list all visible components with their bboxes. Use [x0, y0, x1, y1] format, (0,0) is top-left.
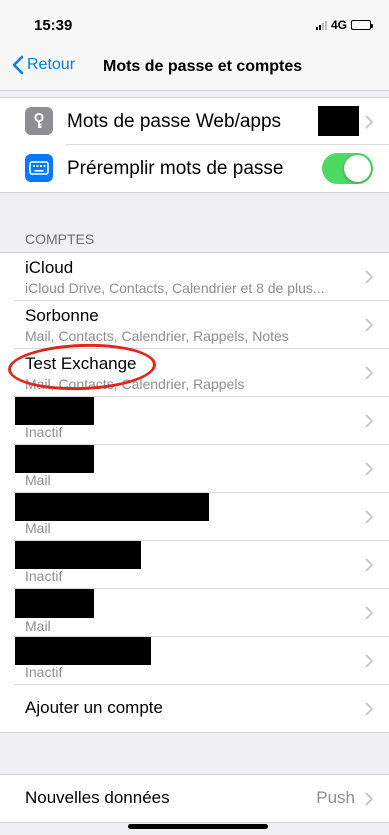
navigation-bar: Retour Mots de passe et comptes	[0, 44, 389, 91]
web-app-passwords-row[interactable]: Mots de passe Web/apps	[0, 98, 389, 145]
autofill-passwords-row: Préremplir mots de passe	[0, 145, 389, 192]
signal-icon	[315, 20, 327, 30]
account-subtitle: Mail, Contacts, Calendrier, Rappels, Not…	[25, 328, 289, 344]
chevron-right-icon	[365, 510, 373, 524]
redacted-account-name	[15, 637, 151, 665]
autofill-passwords-label: Préremplir mots de passe	[67, 158, 284, 179]
battery-icon	[351, 20, 373, 30]
account-row-redacted[interactable]: Inactif	[0, 637, 389, 685]
back-button[interactable]: Retour	[12, 55, 75, 75]
account-row-icloud[interactable]: iCloud iCloud Drive, Contacts, Calendrie…	[0, 253, 389, 301]
redacted-account-name	[15, 445, 94, 473]
chevron-right-icon	[365, 791, 373, 806]
account-row-test-exchange[interactable]: Test Exchange Mail, Contacts, Calendrier…	[0, 349, 389, 397]
autofill-toggle[interactable]	[322, 153, 373, 184]
account-row-redacted[interactable]: Inactif	[0, 397, 389, 445]
account-subtitle: Inactif	[25, 568, 63, 584]
account-subtitle: Mail	[25, 618, 51, 634]
chevron-right-icon	[365, 114, 373, 129]
add-account-label: Ajouter un compte	[25, 698, 163, 717]
account-subtitle: Mail	[25, 520, 51, 536]
page-title: Mots de passe et comptes	[103, 58, 303, 75]
status-bar: 15:39 4G	[0, 0, 389, 44]
web-app-passwords-label: Mots de passe Web/apps	[67, 111, 282, 132]
redacted-account-name	[15, 493, 209, 521]
account-row-sorbonne[interactable]: Sorbonne Mail, Contacts, Calendrier, Rap…	[0, 301, 389, 349]
chevron-right-icon	[365, 701, 373, 716]
account-title: Sorbonne	[25, 306, 99, 325]
fetch-group: Nouvelles données Push	[0, 774, 389, 823]
add-account-row[interactable]: Ajouter un compte	[0, 685, 389, 732]
chevron-right-icon	[365, 366, 373, 380]
account-row-redacted[interactable]: Mail	[0, 445, 389, 493]
chevron-right-icon	[365, 462, 373, 476]
account-title: iCloud	[25, 258, 74, 277]
fetch-new-data-row[interactable]: Nouvelles données Push	[0, 775, 389, 822]
keyboard-icon	[25, 154, 53, 182]
account-row-redacted[interactable]: Mail	[0, 589, 389, 637]
chevron-right-icon	[365, 606, 373, 620]
redacted-account-name	[15, 541, 141, 569]
home-indicator	[128, 824, 268, 829]
redacted-value	[318, 106, 359, 136]
chevron-right-icon	[365, 558, 373, 572]
account-subtitle: Mail	[25, 472, 51, 488]
chevron-right-icon	[365, 318, 373, 332]
fetch-new-data-label: Nouvelles données	[25, 788, 170, 807]
status-time: 15:39	[34, 17, 73, 34]
account-row-redacted[interactable]: Inactif	[0, 541, 389, 589]
key-icon	[25, 107, 53, 135]
chevron-right-icon	[365, 654, 373, 668]
passwords-group: Mots de passe Web/apps Préremplir mots d…	[0, 97, 389, 193]
account-subtitle: Mail, Contacts, Calendrier, Rappels	[25, 376, 245, 392]
account-subtitle: iCloud Drive, Contacts, Calendrier et 8 …	[25, 280, 325, 296]
redacted-account-name	[15, 397, 94, 425]
account-row-redacted[interactable]: Mail	[0, 493, 389, 541]
accounts-section-header: COMPTES	[25, 231, 95, 247]
redacted-account-name	[15, 589, 94, 618]
account-subtitle: Inactif	[25, 424, 63, 440]
fetch-new-data-value: Push	[316, 788, 355, 807]
chevron-left-icon	[12, 55, 24, 75]
accounts-group: iCloud iCloud Drive, Contacts, Calendrie…	[0, 252, 389, 733]
chevron-right-icon	[365, 270, 373, 284]
status-indicators: 4G	[315, 18, 373, 32]
network-type: 4G	[330, 18, 347, 32]
back-label: Retour	[27, 56, 76, 73]
account-title: Test Exchange	[25, 354, 137, 373]
chevron-right-icon	[365, 414, 373, 428]
account-subtitle: Inactif	[25, 664, 63, 680]
